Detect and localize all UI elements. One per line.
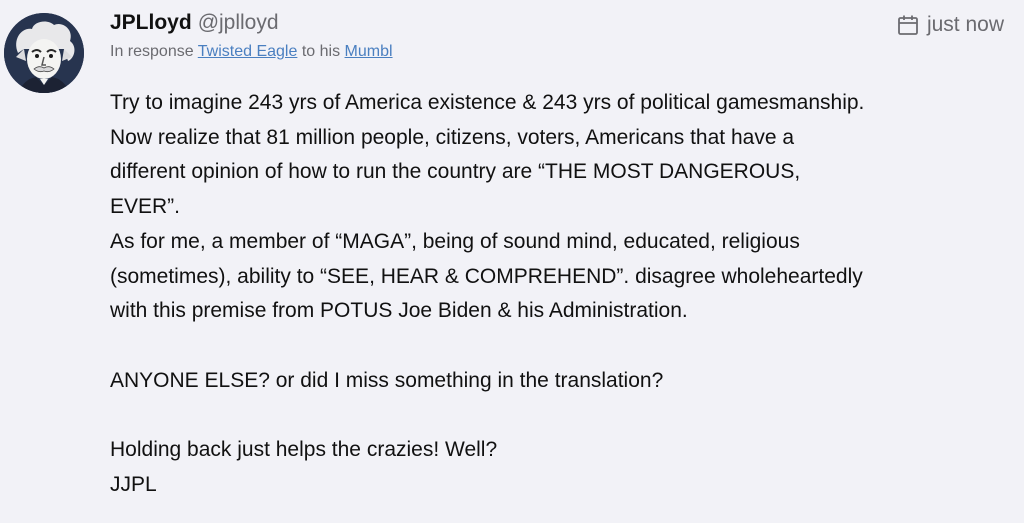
reply-post-link[interactable]: Mumbl [345, 43, 393, 60]
post-body: Try to imagine 243 yrs of America existe… [110, 86, 1010, 502]
reply-context: In response Twisted Eagle to his Mumbl [110, 41, 393, 63]
post-line: with this premise from POTUS Joe Biden &… [110, 299, 688, 323]
post-header: JPLloyd @jplloyd In response Twisted Eag… [110, 9, 393, 63]
post-signature: JJPL [110, 472, 157, 496]
post-line-blank [110, 398, 1010, 433]
timestamp-label: just now [926, 13, 1004, 36]
post-line-blank [110, 329, 1010, 364]
post-line: Now realize that 81 million people, citi… [110, 125, 795, 149]
name-line: JPLloyd @jplloyd [110, 9, 393, 37]
reply-prefix: In response [110, 43, 194, 60]
post-line: EVER”. [110, 195, 181, 219]
post-line: Try to imagine 243 yrs of America existe… [110, 91, 865, 114]
post-line: Holding back just helps the crazies! Wel… [110, 438, 498, 461]
avatar[interactable] [4, 13, 84, 93]
reply-user-link[interactable]: Twisted Eagle [198, 43, 298, 60]
post-line: (sometimes), ability to “SEE, HEAR & COM… [110, 264, 863, 288]
post-line: As for me, a member of “MAGA”, being of … [110, 229, 800, 253]
post-line: ANYONE ELSE? or did I miss something in … [110, 368, 664, 392]
author-display-name[interactable]: JPLloyd [110, 9, 192, 37]
timestamp[interactable]: just now [897, 13, 1004, 37]
calendar-icon [898, 15, 918, 35]
post-line: different opinion of how to run the coun… [110, 160, 801, 184]
avatar-portrait-icon [4, 13, 84, 93]
reply-middle: to his [301, 43, 341, 60]
post-card: JPLloyd @jplloyd In response Twisted Eag… [0, 0, 1024, 523]
author-handle: @jplloyd [197, 11, 279, 34]
